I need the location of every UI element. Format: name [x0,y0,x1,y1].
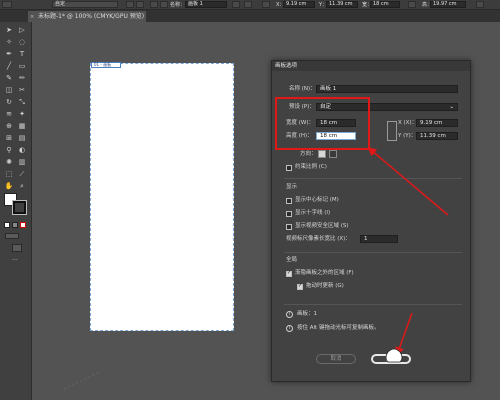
dialog-title: 画板选项 [272,61,470,71]
stroke-swatch[interactable] [12,200,27,215]
hint-text: 按住 Alt 键拖动光标可复制画板。 [297,325,380,331]
cancel-button[interactable]: 取消 [316,354,356,364]
zoom-tool-icon[interactable]: ⌕ [17,182,27,191]
fade-label: 渐隐画板之外的区域 (F) [295,270,354,276]
pen-tool-icon[interactable]: ✒ [4,50,14,59]
landscape-icon[interactable] [329,150,337,158]
name-label: 名称： [170,2,186,8]
new-artboard-icon[interactable] [150,1,158,8]
chevron-down-icon: ⌄ [449,104,454,110]
hand-tool-icon[interactable]: ✋ [4,182,14,191]
menu-icon[interactable] [476,1,484,8]
divider [284,178,462,179]
show-safe-label: 显示视频安全区域 (S) [295,223,349,229]
orientation-landscape-icon[interactable] [136,1,144,8]
name-input[interactable]: 画板 1 [316,85,458,93]
scissors-tool-icon[interactable]: ✂ [17,86,27,95]
info-icon: i [286,325,293,332]
symbol-sprayer-tool-icon[interactable]: ✺ [4,158,14,167]
update-drag-label: 拖动时更新 (G) [306,283,344,289]
annotation-highlight-box [275,97,370,150]
mesh-tool-icon[interactable]: ⊞ [4,134,14,143]
move-with-artboard-icon[interactable] [232,1,240,8]
eyedropper-tool-icon[interactable]: ⚲ [4,146,14,155]
show-safe-checkbox[interactable] [286,224,292,230]
y-label: Y (Y)： [398,133,417,139]
watermark: ......... [58,362,102,394]
paintbrush-tool-icon[interactable]: ✎ [4,74,14,83]
divider [284,252,462,253]
preset-dropdown[interactable]: 自定 [52,1,118,8]
delete-artboard-icon[interactable] [160,1,168,8]
x-input[interactable]: 9.19 cm [416,119,458,127]
info-icon: i [286,311,293,318]
ok-button[interactable]: 确定 [371,354,411,364]
pencil-tool-icon[interactable]: ✏ [17,74,27,83]
preset-dropdown-value: 自定 [55,1,66,7]
line-tool-icon[interactable]: ╱ [4,62,14,71]
screen-mode-icon[interactable] [12,244,22,252]
constrain-checkbox[interactable] [286,165,292,171]
link-icon[interactable] [408,1,416,8]
show-center-checkbox[interactable] [286,198,292,204]
artboard-tool-icon[interactable] [2,1,12,8]
x-label: X (X)： [398,120,418,126]
name-field[interactable]: 画板 1 [185,1,227,8]
artboard-options-icon[interactable] [244,1,252,8]
slice-tool-icon[interactable]: ⟋ [17,170,27,179]
eraser-tool-icon[interactable]: ◫ [4,86,14,95]
document-tab[interactable]: 未标题-1* @ 100% (CMYK/GPU 预览) [28,11,146,22]
update-drag-checkbox[interactable] [297,284,303,290]
rotate-tool-icon[interactable]: ↻ [4,98,14,107]
constrain-label: 约束比例 (C) [295,164,327,170]
divider [284,304,462,305]
pixel-ratio-input[interactable]: 1 [360,235,398,243]
type-tool-icon[interactable]: T [17,50,27,59]
y-input[interactable]: 11.39 cm [416,132,458,140]
artboards-count: 画板：1 [297,311,317,317]
rectangle-tool-icon[interactable]: ▭ [17,62,27,71]
selection-tool-icon[interactable]: ➤ [4,26,14,35]
puppet-warp-tool-icon[interactable]: ✦ [17,110,27,119]
direct-selection-tool-icon[interactable]: ▷ [17,26,27,35]
color-mode-icon[interactable] [4,222,10,228]
blend-tool-icon[interactable]: ◐ [17,146,27,155]
shape-builder-tool-icon[interactable]: ⊕ [4,122,14,131]
lasso-tool-icon[interactable]: ◌ [17,38,27,47]
column-graph-tool-icon[interactable]: ▥ [17,158,27,167]
reference-point-icon[interactable] [387,121,397,141]
orientation-portrait-icon[interactable] [126,1,134,8]
orientation-label: 方向： [300,151,317,157]
none-mode-icon[interactable] [20,222,26,228]
reference-point-icon[interactable] [262,1,270,8]
document-tab-title: 未标题-1* @ 100% (CMYK/GPU 预览) [38,13,145,20]
x-field[interactable]: 9.19 cm [283,1,315,8]
artboard[interactable] [90,63,234,331]
artboard-tool-icon[interactable]: ⬚ [4,170,14,179]
perspective-grid-tool-icon[interactable]: ▦ [17,122,27,131]
y-field[interactable]: 11.39 cm [326,1,358,8]
draw-mode-icon[interactable] [5,233,19,239]
gradient-mode-icon[interactable] [12,222,18,228]
magic-wand-tool-icon[interactable]: ✧ [4,38,14,47]
scale-tool-icon[interactable]: ⤡ [17,98,27,107]
pixel-ratio-label: 视频标尺像素长宽比 (X)： [286,236,351,242]
fade-checkbox[interactable] [286,271,292,277]
width-tool-icon[interactable]: ≋ [4,110,14,119]
artboard-label: 01 - 画板 [91,62,121,68]
gradient-tool-icon[interactable]: ▤ [17,134,27,143]
show-cross-checkbox[interactable] [286,211,292,217]
w-field[interactable]: 18 cm [370,1,400,8]
h-field[interactable]: 19.97 cm [430,1,466,8]
close-icon[interactable]: × [30,14,34,20]
more-tools-icon[interactable]: ··· [12,258,20,264]
show-cross-label: 显示十字线 (I) [295,210,331,216]
display-section-title: 显示 [286,184,298,190]
show-center-label: 显示中心标记 (M) [295,197,339,203]
name-label: 名称 (N)： [289,86,316,92]
portrait-icon[interactable] [318,150,326,158]
global-section-title: 全局 [286,257,298,263]
